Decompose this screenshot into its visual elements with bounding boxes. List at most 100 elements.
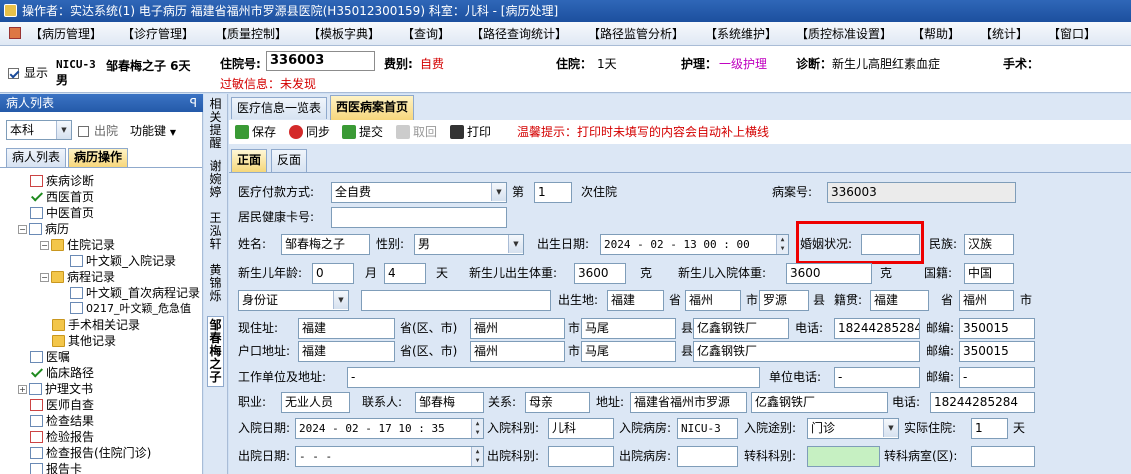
birthplace-county-input[interactable]: 罗源: [759, 290, 809, 311]
zip2-input[interactable]: 350015: [959, 341, 1035, 362]
id-type-select[interactable]: 身份证 ▼: [238, 290, 349, 311]
collapse-icon[interactable]: −: [40, 273, 49, 282]
birthplace-province-input[interactable]: 福建: [607, 290, 664, 311]
discharge-dept-input[interactable]: [548, 446, 614, 467]
tab-western-homepage[interactable]: 西医病案首页: [330, 95, 415, 120]
chevron-down-icon[interactable]: ▼: [56, 121, 71, 139]
vtab-reminders[interactable]: 相关提醒: [207, 98, 224, 150]
menu-quality-control[interactable]: 【质量控制】: [215, 26, 287, 42]
discharged-checkbox[interactable]: [78, 126, 89, 137]
tree-item-progress-records[interactable]: − 病程记录: [40, 269, 115, 285]
work-input[interactable]: -: [347, 367, 760, 388]
nation-input[interactable]: 汉族: [964, 234, 1014, 255]
menu-system-maint[interactable]: 【系统维护】: [705, 26, 777, 42]
collapse-icon[interactable]: −: [40, 241, 49, 250]
tree-item-exam-results[interactable]: 检查结果: [30, 413, 94, 429]
show-checkbox[interactable]: [8, 68, 19, 79]
health-card-input[interactable]: [331, 207, 507, 228]
tree-item-surgery-records[interactable]: 手术相关记录: [52, 317, 140, 333]
work-phone-input[interactable]: -: [834, 367, 920, 388]
tree-item-lab-reports[interactable]: 检验报告: [30, 429, 94, 445]
newborn-age-input[interactable]: 0: [312, 263, 354, 284]
vtab-patient-active[interactable]: 邹春梅之子: [207, 316, 224, 387]
menu-query[interactable]: 【查询】: [402, 26, 450, 42]
admission-dept-input[interactable]: 儿科: [548, 418, 614, 439]
transfer-ward-input[interactable]: [971, 446, 1035, 467]
function-key-button[interactable]: 功能键 ▼: [130, 122, 176, 139]
tree-item-clinical-path[interactable]: 临床路径: [30, 365, 94, 381]
dept-select[interactable]: 本科 ▼: [6, 120, 72, 140]
birth-date-input[interactable]: 2024 - 02 - 13 00 : 00 ▲ ▼: [600, 234, 789, 255]
menu-qc-standard[interactable]: 【质控标准设置】: [796, 26, 892, 42]
menu-window[interactable]: 【窗口】: [1048, 26, 1096, 42]
contact-input[interactable]: 邹春梅: [415, 392, 484, 413]
tree-item-orders[interactable]: 医嘱: [30, 349, 70, 365]
spinner-icon[interactable]: ▲ ▼: [471, 447, 483, 466]
id-number-input[interactable]: [361, 290, 551, 311]
chevron-down-icon[interactable]: ▼: [333, 291, 348, 309]
phone-input[interactable]: 18244285284: [834, 318, 920, 339]
admission-route-select[interactable]: 门诊 ▼: [807, 418, 899, 439]
tab-record-operations[interactable]: 病历操作: [68, 148, 129, 167]
discharge-date-input[interactable]: - - - ▲ ▼: [295, 446, 484, 467]
tree-item-first-progress[interactable]: 叶文颖_首次病程记录: [70, 285, 200, 301]
discharge-ward-input[interactable]: [677, 446, 738, 467]
tab-front[interactable]: 正面: [231, 149, 268, 172]
tab-back[interactable]: 反面: [271, 149, 308, 172]
tree-item-records[interactable]: − 病历: [18, 221, 69, 237]
gender-select[interactable]: 男 ▼: [414, 234, 524, 255]
zip3-input[interactable]: -: [959, 367, 1035, 388]
sync-button[interactable]: 同步: [289, 124, 330, 140]
chevron-down-icon[interactable]: ▼: [491, 183, 506, 201]
menu-diagnosis-mgmt[interactable]: 【诊疗管理】: [122, 26, 194, 42]
menu-record-mgmt[interactable]: 【病历管理】: [30, 26, 102, 42]
tree-item-report-card[interactable]: 报告卡: [30, 461, 82, 474]
spinner-icon[interactable]: ▲ ▼: [471, 419, 483, 438]
menu-path-analysis[interactable]: 【路径监管分析】: [588, 26, 684, 42]
submit-button[interactable]: 提交: [342, 124, 383, 140]
tree-item-nursing-docs[interactable]: + 护理文书: [18, 381, 93, 397]
tree-item-exam-reports[interactable]: 检查报告(住院门诊): [30, 445, 151, 461]
print-button[interactable]: 打印: [450, 124, 491, 140]
relation-input[interactable]: 母亲: [525, 392, 590, 413]
hukou-province-input[interactable]: 福建: [298, 341, 395, 362]
transfer-dept-input[interactable]: [807, 446, 880, 467]
tree-item-other-records[interactable]: 其他记录: [52, 333, 116, 349]
newborn-days-input[interactable]: 4: [384, 263, 426, 284]
show-checkbox-wrap[interactable]: [8, 66, 19, 80]
tab-patient-list[interactable]: 病人列表: [6, 148, 67, 167]
current-province-input[interactable]: 福建: [298, 318, 395, 339]
zip-input[interactable]: 350015: [959, 318, 1035, 339]
current-detail-input[interactable]: 亿鑫钢铁厂: [693, 318, 789, 339]
collapse-icon[interactable]: −: [18, 225, 27, 234]
origin-province-input[interactable]: 福建: [870, 290, 929, 311]
contact-address-input-2[interactable]: 亿鑫钢铁厂: [751, 392, 888, 413]
occupation-input[interactable]: 无业人员: [281, 392, 350, 413]
birthplace-city-input[interactable]: 福州: [685, 290, 741, 311]
menu-template-dict[interactable]: 【模板字典】: [308, 26, 380, 42]
tree-item-admission-records[interactable]: − 住院记录: [40, 237, 115, 253]
hukou-county-input[interactable]: 马尾: [581, 341, 676, 362]
tab-medical-overview[interactable]: 医疗信息一览表: [231, 97, 328, 119]
tree-item-diagnosis[interactable]: 疾病诊断: [30, 173, 94, 189]
contact-address-input-1[interactable]: 福建省福州市罗源: [630, 392, 747, 413]
contact-phone-input[interactable]: 18244285284: [930, 392, 1035, 413]
hukou-city-input[interactable]: 福州: [470, 341, 565, 362]
chevron-down-icon[interactable]: ▼: [883, 419, 898, 437]
name-input[interactable]: 邹春梅之子: [281, 234, 370, 255]
expand-icon[interactable]: +: [18, 385, 27, 394]
vtab-patient-1[interactable]: 谢婉婷: [207, 160, 224, 199]
country-input[interactable]: 中国: [964, 263, 1014, 284]
menu-app-icon[interactable]: [9, 27, 21, 39]
spinner-icon[interactable]: ▲ ▼: [776, 235, 788, 254]
pin-icon[interactable]: ꟼ: [190, 94, 197, 112]
record-no-input[interactable]: 336003: [827, 182, 1016, 203]
newborn-adm-weight-input[interactable]: 3600: [786, 263, 872, 284]
payment-select[interactable]: 全自费 ▼: [331, 182, 507, 203]
current-county-input[interactable]: 马尾: [581, 318, 676, 339]
admission-date-input[interactable]: 2024 - 02 - 17 10 : 35 ▲ ▼: [295, 418, 484, 439]
vtab-patient-3[interactable]: 黄锦烁: [207, 264, 224, 303]
save-button[interactable]: 保存: [235, 124, 276, 140]
hukou-detail-input[interactable]: 亿鑫钢铁厂: [693, 341, 920, 362]
actual-stay-input[interactable]: 1: [971, 418, 1008, 439]
